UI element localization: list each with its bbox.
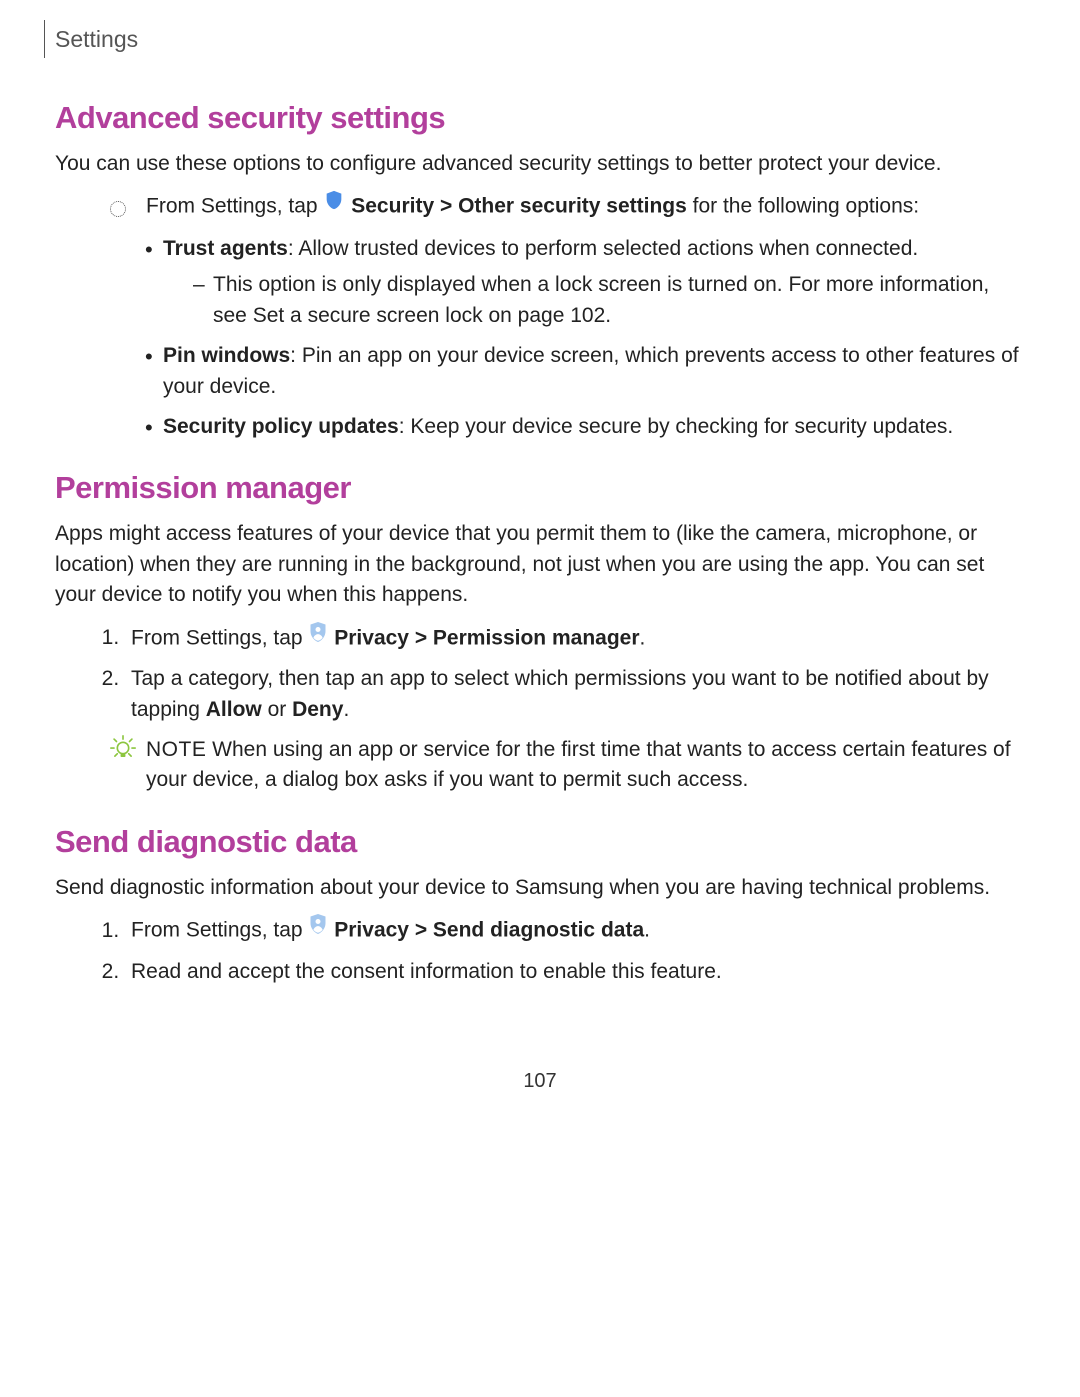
text: Read and accept the consent information … (131, 960, 722, 983)
text: . (640, 626, 646, 649)
xref-secure-lock[interactable]: Set a secure screen lock (253, 304, 483, 327)
intro-advanced-security: You can use these options to configure a… (55, 149, 1025, 179)
bullet-label: Trust agents (163, 237, 288, 260)
text: From Settings, tap (131, 919, 308, 942)
heading-send-diagnostic: Send diagnostic data (55, 820, 1025, 865)
numbered-list: From Settings, tap Privacy > Permission … (97, 623, 1025, 725)
list-item: From Settings, tap Privacy > Permission … (125, 623, 1025, 654)
step-security-path: From Settings, tap Security > Other secu… (55, 191, 1025, 225)
text-bold: Allow (206, 698, 262, 721)
bullet-list: Trust agents: Allow trusted devices to p… (145, 234, 1025, 443)
intro-send-diagnostic: Send diagnostic information about your d… (55, 873, 1025, 903)
text: . (644, 919, 650, 942)
text: From Settings, tap (131, 626, 308, 649)
text-sep: > (409, 919, 433, 942)
heading-permission-manager: Permission manager (55, 466, 1025, 511)
text-bold: Privacy (334, 626, 409, 649)
bullet-text: : Pin an app on your device screen, whic… (163, 344, 1019, 397)
note-block: NOTE When using an app or service for th… (110, 735, 1025, 796)
breadcrumb: Settings (44, 20, 1025, 58)
text: . (343, 698, 349, 721)
intro-permission-manager: Apps might access features of your devic… (55, 519, 1025, 610)
list-item: Tap a category, then tap an app to selec… (125, 664, 1025, 725)
shield-icon (323, 189, 345, 220)
privacy-person-icon (308, 621, 328, 652)
bullet-label: Pin windows (163, 344, 290, 367)
text: or (262, 698, 292, 721)
privacy-person-icon (308, 913, 328, 944)
text-bold: Other security settings (458, 195, 687, 218)
note-text: When using an app or service for the fir… (146, 738, 1011, 791)
text-sep: > (409, 626, 433, 649)
bullet-text: : Keep your device secure by checking fo… (399, 415, 953, 438)
heading-advanced-security: Advanced security settings (55, 96, 1025, 141)
bullet-text: : Allow trusted devices to perform selec… (288, 237, 918, 260)
list-item: Security policy updates: Keep your devic… (145, 412, 1025, 442)
text: for the following options: (687, 195, 919, 218)
bullet-label: Security policy updates (163, 415, 399, 438)
text: on page 102. (483, 304, 611, 327)
list-item: Trust agents: Allow trusted devices to p… (145, 234, 1025, 331)
text-bold: Deny (292, 698, 343, 721)
text-bold: Send diagnostic data (433, 919, 644, 942)
list-item: From Settings, tap Privacy > Send diagno… (125, 915, 1025, 946)
dotted-circle-icon (110, 201, 126, 217)
numbered-list: From Settings, tap Privacy > Send diagno… (97, 915, 1025, 987)
list-item: Pin windows: Pin an app on your device s… (145, 341, 1025, 402)
text-bold: Privacy (334, 919, 409, 942)
list-item: This option is only displayed when a loc… (183, 270, 1025, 331)
note-label: NOTE (146, 738, 206, 761)
text-bold: Security (351, 195, 434, 218)
lightbulb-tip-icon (110, 735, 136, 770)
text: From Settings, tap (146, 195, 323, 218)
page-number: 107 (55, 1067, 1025, 1096)
list-item: Read and accept the consent information … (125, 957, 1025, 987)
text-bold: Permission manager (433, 626, 640, 649)
text-sep: > (434, 195, 458, 218)
